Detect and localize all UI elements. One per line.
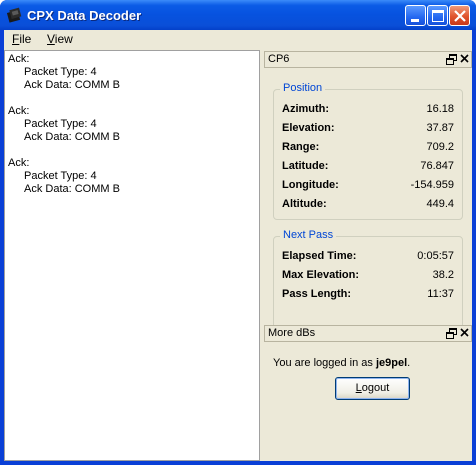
elapsed-time-label: Elapsed Time: [282, 250, 357, 262]
log-packet-type: Packet Type: 4 [24, 170, 97, 182]
logout-button[interactable]: Logout [335, 377, 410, 400]
position-group: Position Azimuth: 16.18 Elevation: 37.87… [273, 82, 463, 220]
altitude-label: Altitude: [282, 198, 327, 210]
latitude-value: 76.847 [420, 160, 454, 172]
range-label: Range: [282, 141, 320, 153]
cp6-panel: CP6 Position Azimuth: 16.18 Elevation: 3… [264, 51, 472, 342]
pass-length-row: Pass Length: 11:37 [282, 288, 454, 304]
menu-file[interactable]: File [12, 32, 31, 46]
menu-bar: File View [4, 30, 472, 49]
close-icon [454, 10, 466, 22]
max-elevation-label: Max Elevation: [282, 269, 360, 281]
more-dbs-panel-title: More dBs [268, 327, 316, 339]
maximize-button[interactable] [427, 5, 448, 26]
azimuth-label: Azimuth: [282, 103, 330, 115]
log-entry-heading: Ack: [8, 157, 30, 169]
client-area: File View Ack: Packet Type: 4 Ack Data: … [4, 30, 472, 461]
minimize-button[interactable] [405, 5, 426, 26]
close-button[interactable] [449, 5, 470, 26]
login-status: You are logged in as je9pel. [273, 357, 410, 369]
log-ack-data: Ack Data: COMM B [24, 79, 120, 91]
more-dbs-panel: More dBs You are logged in as je9pel. Lo… [264, 325, 472, 461]
log-entry: Ack: Packet Type: 4 Ack Data: COMM B [8, 157, 120, 196]
menu-view-accel: V [47, 32, 55, 46]
longitude-label: Longitude: [282, 179, 339, 191]
log-ack-data: Ack Data: COMM B [24, 183, 120, 195]
panel-close-icon[interactable] [459, 327, 470, 338]
azimuth-row: Azimuth: 16.18 [282, 103, 454, 119]
menu-view[interactable]: View [47, 32, 73, 46]
max-elevation-row: Max Elevation: 38.2 [282, 269, 454, 285]
altitude-row: Altitude: 449.4 [282, 198, 454, 214]
login-username: je9pel [375, 357, 408, 369]
elevation-value: 37.87 [426, 122, 454, 134]
elevation-label: Elevation: [282, 122, 335, 134]
cpx-app-icon [7, 7, 22, 23]
pass-length-label: Pass Length: [282, 288, 352, 300]
minimize-icon [411, 19, 419, 22]
altitude-value: 449.4 [426, 198, 454, 210]
next-pass-group: Next Pass Elapsed Time: 0:05:57 Max Elev… [273, 229, 463, 331]
menu-file-label: ile [19, 32, 32, 46]
longitude-value: -154.959 [410, 179, 454, 191]
window-title: CPX Data Decoder [27, 8, 142, 23]
azimuth-value: 16.18 [426, 103, 454, 115]
maximize-icon [432, 10, 444, 22]
latitude-label: Latitude: [282, 160, 329, 172]
login-status-prefix: You are logged in as [273, 357, 376, 369]
pass-length-value: 11:37 [427, 288, 454, 300]
range-value: 709.2 [426, 141, 454, 153]
log-packet-type: Packet Type: 4 [24, 118, 97, 130]
max-elevation-value: 38.2 [432, 269, 454, 281]
log-entry-heading: Ack: [8, 105, 30, 117]
range-row: Range: 709.2 [282, 141, 454, 157]
log-ack-data: Ack Data: COMM B [24, 131, 120, 143]
float-window-icon[interactable] [446, 54, 457, 65]
log-packet-type: Packet Type: 4 [24, 66, 97, 78]
decoder-log[interactable]: Ack: Packet Type: 4 Ack Data: COMM B Ack… [4, 50, 260, 461]
more-dbs-panel-header[interactable]: More dBs [264, 325, 472, 342]
cp6-panel-header[interactable]: CP6 [264, 51, 472, 68]
log-entry-heading: Ack: [8, 53, 30, 65]
log-entry: Ack: Packet Type: 4 Ack Data: COMM B [8, 53, 120, 92]
elevation-row: Elevation: 37.87 [282, 122, 454, 138]
float-window-icon[interactable] [446, 328, 457, 339]
latitude-row: Latitude: 76.847 [282, 160, 454, 176]
app-window: CPX Data Decoder File View Ack: Packet T… [0, 0, 476, 465]
elapsed-time-value: 0:05:57 [417, 250, 454, 262]
login-status-suffix: . [407, 357, 411, 369]
panel-close-icon[interactable] [459, 53, 470, 64]
logout-label: ogout [361, 382, 390, 394]
log-entry: Ack: Packet Type: 4 Ack Data: COMM B [8, 105, 120, 144]
menu-view-label: iew [54, 32, 73, 46]
title-bar[interactable]: CPX Data Decoder [0, 0, 476, 30]
position-group-label: Position [280, 82, 326, 94]
next-pass-group-label: Next Pass [280, 229, 337, 241]
elapsed-time-row: Elapsed Time: 0:05:57 [282, 250, 454, 266]
cp6-panel-title: CP6 [268, 53, 290, 65]
longitude-row: Longitude: -154.959 [282, 179, 454, 195]
